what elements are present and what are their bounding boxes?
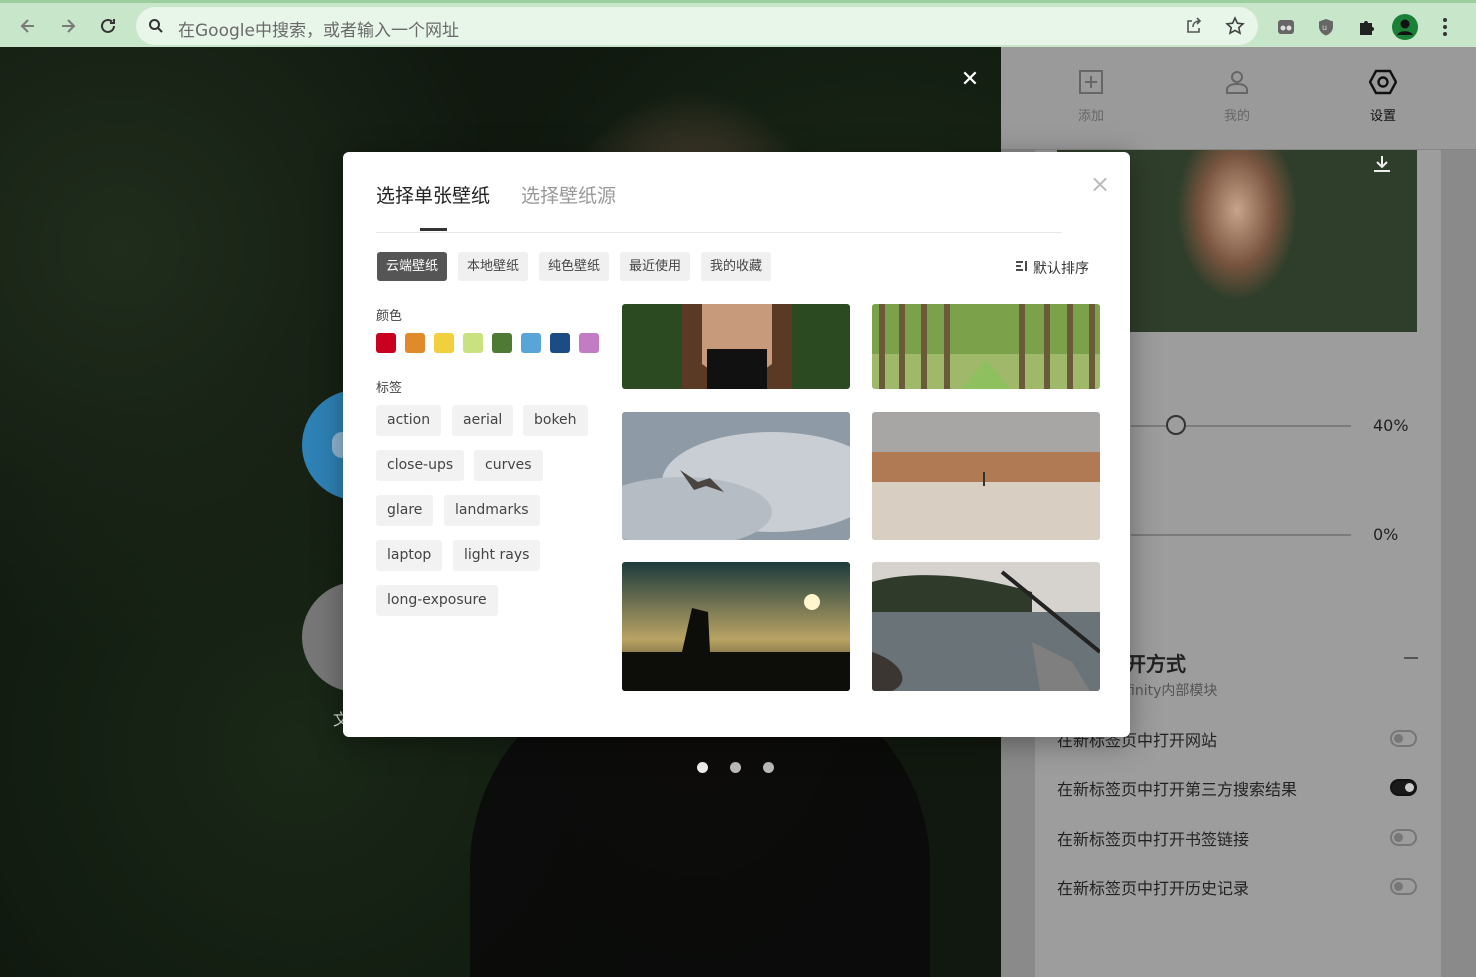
panel-tabbar: 添加 我的 设置	[1001, 47, 1476, 150]
extension-infinity-icon[interactable]	[1271, 12, 1301, 42]
menu-kebab-icon[interactable]	[1430, 12, 1460, 42]
category-solid[interactable]: 纯色壁纸	[539, 252, 610, 281]
tab-single-wallpaper[interactable]: 选择单张壁纸	[376, 181, 490, 208]
wallpaper-thumb-tree-avenue[interactable]	[872, 304, 1100, 389]
page-dots	[697, 762, 774, 773]
browser-toolbar: 在Google中搜索，或者输入一个网址 u	[0, 0, 1476, 47]
toggle-open-search[interactable]	[1390, 779, 1417, 796]
color-swatch-1[interactable]	[376, 333, 396, 353]
toggle-open-bookmark[interactable]	[1390, 829, 1417, 846]
color-swatch-3[interactable]	[434, 333, 454, 353]
sort-icon	[1015, 260, 1029, 276]
tag-glare[interactable]: glare	[376, 495, 434, 526]
plus-square-icon	[1056, 69, 1126, 99]
option-open-bookmark: 在新标签页中打开书签链接	[1057, 830, 1250, 849]
reload-icon[interactable]	[93, 11, 123, 41]
profile-avatar-icon[interactable]	[1390, 12, 1420, 42]
blur-slider-track[interactable]	[1131, 425, 1351, 427]
tag-long-exposure[interactable]: long-exposure	[376, 585, 498, 616]
option-open-search: 在新标签页中打开第三方搜索结果	[1057, 780, 1298, 799]
tab-mine-label: 我的	[1223, 109, 1250, 124]
tag-light-rays[interactable]: light rays	[453, 540, 541, 571]
tag-bokeh[interactable]: bokeh	[523, 405, 588, 436]
category-local[interactable]: 本地壁纸	[458, 252, 529, 281]
tag-close-ups[interactable]: close-ups	[376, 450, 465, 481]
open-mode-title: 开方式	[1126, 652, 1186, 676]
tag-action[interactable]: action	[376, 405, 442, 436]
color-swatch-4[interactable]	[463, 333, 483, 353]
active-tab-indicator	[420, 228, 447, 231]
sort-label: 默认排序	[1033, 261, 1089, 277]
tab-divider	[376, 232, 1062, 233]
page-dot-3[interactable]	[763, 762, 774, 773]
bookmark-star-icon[interactable]	[1225, 16, 1245, 40]
mask-value: 0%	[1373, 525, 1399, 544]
category-recent[interactable]: 最近使用	[620, 252, 691, 281]
wallpaper-thumb-seagull-clouds[interactable]	[622, 412, 850, 540]
category-favorites[interactable]: 我的收藏	[701, 252, 772, 281]
color-swatches	[376, 333, 599, 353]
tab-mine[interactable]: 我的	[1202, 69, 1272, 124]
overlay-close-icon[interactable]: ✕	[958, 68, 982, 92]
tab-settings-label: 设置	[1369, 109, 1396, 124]
wallpaper-thumb-fishing-rod-lake[interactable]	[872, 562, 1100, 691]
toggle-open-history[interactable]	[1390, 878, 1417, 895]
wallpaper-picker-dialog: × 选择单张壁纸 选择壁纸源 云端壁纸 本地壁纸 纯色壁纸 最近使用 我的收藏 …	[343, 152, 1130, 737]
tag-filter-label: 标签	[376, 381, 403, 396]
search-icon	[148, 18, 164, 38]
download-icon[interactable]	[1371, 153, 1393, 179]
toggle-open-site[interactable]	[1390, 730, 1417, 747]
page-dot-2[interactable]	[730, 762, 741, 773]
blur-value: 40%	[1373, 416, 1409, 435]
tab-add-label: 添加	[1077, 109, 1104, 124]
category-cloud[interactable]: 云端壁纸	[377, 252, 448, 281]
color-swatch-6[interactable]	[521, 333, 541, 353]
mask-slider-track[interactable]	[1131, 534, 1351, 536]
extensions-puzzle-icon[interactable]	[1351, 12, 1381, 42]
dialog-close-icon[interactable]: ×	[1088, 172, 1112, 196]
collapse-minus-icon[interactable]	[1404, 657, 1418, 659]
color-filter-label: 颜色	[376, 309, 403, 324]
wallpaper-thumb-woman-portrait[interactable]	[622, 304, 850, 389]
color-swatch-7[interactable]	[550, 333, 570, 353]
color-swatch-5[interactable]	[492, 333, 512, 353]
tab-add[interactable]: 添加	[1056, 69, 1126, 124]
back-arrow-icon[interactable]	[13, 11, 43, 41]
page-dot-1[interactable]	[697, 762, 708, 773]
tab-wallpaper-source[interactable]: 选择壁纸源	[521, 181, 616, 208]
color-swatch-8[interactable]	[579, 333, 599, 353]
address-bar[interactable]: 在Google中搜索，或者输入一个网址	[136, 7, 1258, 45]
tag-laptop[interactable]: laptop	[376, 540, 443, 571]
color-swatch-2[interactable]	[405, 333, 425, 353]
sort-dropdown[interactable]: 默认排序	[1015, 258, 1089, 278]
forward-arrow-icon[interactable]	[53, 11, 83, 41]
open-mode-subtitle: finity内部模块	[1126, 683, 1218, 699]
ublock-shield-icon[interactable]: u	[1311, 12, 1341, 42]
tag-aerial[interactable]: aerial	[452, 405, 514, 436]
settings-hexagon-icon	[1348, 69, 1418, 99]
tab-settings[interactable]: 设置	[1348, 69, 1418, 124]
user-icon	[1202, 69, 1272, 99]
wallpaper-thumb-sunset-silhouette[interactable]	[622, 562, 850, 691]
tag-curves[interactable]: curves	[474, 450, 543, 481]
tag-landmarks[interactable]: landmarks	[444, 495, 540, 526]
share-icon[interactable]	[1184, 16, 1204, 40]
option-open-history: 在新标签页中打开历史记录	[1057, 879, 1250, 898]
svg-text:u: u	[1322, 23, 1327, 32]
address-placeholder: 在Google中搜索，或者输入一个网址	[178, 21, 459, 41]
blur-slider-knob[interactable]	[1166, 415, 1186, 435]
wallpaper-thumb-desert-dunes[interactable]	[872, 412, 1100, 540]
